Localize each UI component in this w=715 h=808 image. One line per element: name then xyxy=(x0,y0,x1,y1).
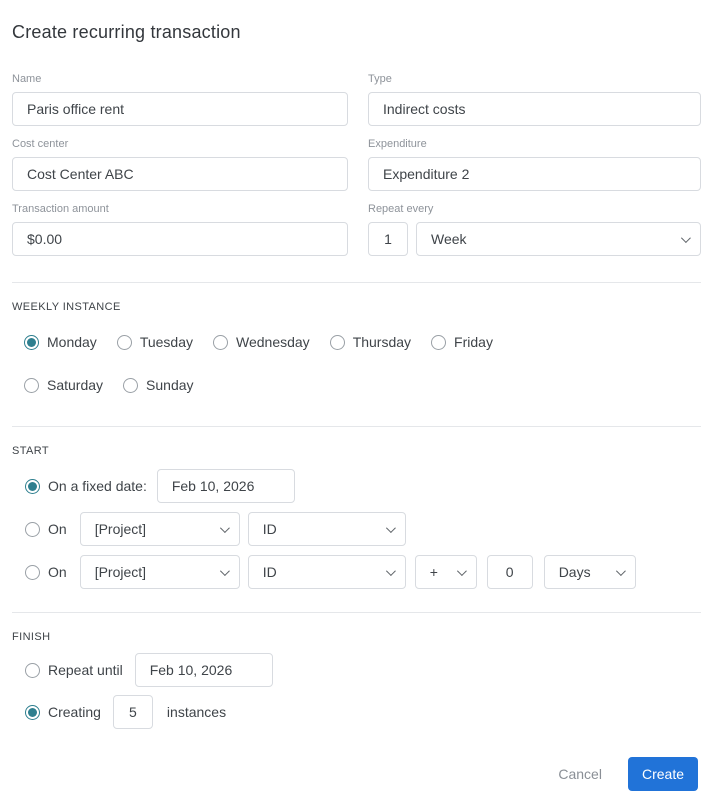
day-label: Saturday xyxy=(47,377,104,393)
radio-sunday[interactable] xyxy=(123,377,139,393)
repeat-every-unit-select[interactable]: Week xyxy=(416,222,701,256)
radio-on-event-offset[interactable] xyxy=(25,564,40,580)
divider xyxy=(12,612,701,613)
repeat-every-count-input[interactable] xyxy=(368,222,408,256)
start-date-input[interactable] xyxy=(156,469,295,503)
repeat-every-field-group: Repeat every Week xyxy=(368,203,701,256)
project-select[interactable]: [Project] xyxy=(79,555,240,589)
day-option-thursday[interactable]: Thursday xyxy=(329,334,412,350)
day-label: Tuesday xyxy=(139,334,193,350)
operator-select-value: + xyxy=(429,564,438,580)
creating-label: Creating xyxy=(48,704,101,720)
name-input[interactable] xyxy=(12,92,348,126)
type-field-group: Type xyxy=(368,73,701,126)
start-fixed-date-row: On a fixed date: xyxy=(25,469,701,503)
type-input[interactable] xyxy=(368,92,701,126)
repeat-every-unit-value: Week xyxy=(431,231,467,247)
day-option-friday[interactable]: Friday xyxy=(431,334,493,350)
name-label: Name xyxy=(12,73,42,85)
fixed-date-label: On a fixed date: xyxy=(48,478,147,494)
dialog-title: Create recurring transaction xyxy=(12,22,241,42)
radio-wednesday[interactable] xyxy=(213,334,228,350)
field-select[interactable]: ID xyxy=(247,555,406,589)
radio-monday[interactable] xyxy=(24,334,39,350)
radio-creating[interactable] xyxy=(25,704,40,720)
finish-creating-row: Creating instances xyxy=(25,695,701,729)
finish-section: FINISH Repeat until Creating instances xyxy=(12,631,701,729)
cost-center-label: Cost center xyxy=(12,138,69,150)
expenditure-label: Expenditure xyxy=(368,138,427,150)
day-label: Thursday xyxy=(352,334,412,350)
on-label: On xyxy=(48,564,67,580)
day-label: Wednesday xyxy=(236,334,310,350)
instances-suffix-label: instances xyxy=(166,704,227,720)
start-heading: START xyxy=(12,445,50,457)
radio-thursday[interactable] xyxy=(329,334,345,350)
create-button[interactable]: Create xyxy=(627,757,698,791)
field-select[interactable]: ID xyxy=(247,512,406,546)
divider xyxy=(12,282,701,283)
finish-heading: FINISH xyxy=(12,631,51,643)
weekday-row-1: Monday Tuesday Wednesday Thursday Friday xyxy=(24,334,701,350)
day-option-saturday[interactable]: Saturday xyxy=(24,377,103,393)
chevron-down-icon xyxy=(385,522,396,533)
day-option-wednesday[interactable]: Wednesday xyxy=(213,334,310,350)
day-label: Monday xyxy=(47,334,97,350)
instances-count-input[interactable] xyxy=(112,695,153,729)
divider xyxy=(12,426,701,427)
unit-select[interactable]: Days xyxy=(543,555,636,589)
dialog-footer: Cancel Create xyxy=(558,757,698,791)
repeat-until-label: Repeat until xyxy=(48,662,123,678)
project-select[interactable]: [Project] xyxy=(79,512,240,546)
cost-center-field-group: Cost center xyxy=(12,138,348,191)
chevron-down-icon xyxy=(615,565,626,576)
repeat-every-label: Repeat every xyxy=(368,203,434,215)
chevron-down-icon xyxy=(456,565,467,576)
weekday-row-2: Saturday Sunday xyxy=(24,377,701,393)
name-field-group: Name xyxy=(12,73,348,126)
chevron-down-icon xyxy=(385,565,396,576)
project-select-value: [Project] xyxy=(94,564,147,580)
create-recurring-transaction-dialog: Create recurring transaction Name Type C… xyxy=(0,0,715,808)
cancel-button[interactable]: Cancel xyxy=(558,766,602,782)
offset-input[interactable] xyxy=(486,555,533,589)
on-label: On xyxy=(48,521,67,537)
type-label: Type xyxy=(368,73,392,85)
unit-select-value: Days xyxy=(558,564,591,580)
expenditure-input[interactable] xyxy=(368,157,701,191)
day-option-sunday[interactable]: Sunday xyxy=(123,377,194,393)
radio-saturday[interactable] xyxy=(24,377,39,393)
finish-repeat-until-row: Repeat until xyxy=(25,653,701,687)
transaction-amount-input[interactable] xyxy=(12,222,348,256)
start-on-event-row: On [Project] ID xyxy=(25,512,701,546)
field-select-value: ID xyxy=(262,521,277,537)
transaction-amount-field-group: Transaction amount xyxy=(12,203,348,256)
chevron-down-icon xyxy=(219,522,230,533)
start-on-event-offset-row: On [Project] ID + Days xyxy=(25,555,701,589)
radio-tuesday[interactable] xyxy=(116,334,132,350)
weekly-instance-heading: WEEKLY INSTANCE xyxy=(12,301,121,313)
form-fields: Name Type Cost center Expenditure Transa… xyxy=(12,73,701,256)
radio-repeat-until[interactable] xyxy=(25,662,40,678)
expenditure-field-group: Expenditure xyxy=(368,138,701,191)
radio-on-event[interactable] xyxy=(25,521,40,537)
operator-select[interactable]: + xyxy=(414,555,477,589)
day-option-monday[interactable]: Monday xyxy=(24,334,97,350)
radio-friday[interactable] xyxy=(431,334,447,350)
day-option-tuesday[interactable]: Tuesday xyxy=(116,334,193,350)
weekly-instance-section: WEEKLY INSTANCE Monday Tuesday Wednesday… xyxy=(12,301,701,393)
project-select-value: [Project] xyxy=(94,521,147,537)
day-label: Friday xyxy=(454,334,493,350)
chevron-down-icon xyxy=(680,232,691,243)
radio-fixed-date[interactable] xyxy=(25,478,40,494)
day-label: Sunday xyxy=(146,377,194,393)
repeat-until-date-input[interactable] xyxy=(134,653,273,687)
field-select-value: ID xyxy=(262,564,277,580)
chevron-down-icon xyxy=(219,565,230,576)
start-section: START On a fixed date: On [Project] ID O… xyxy=(12,445,701,589)
cost-center-input[interactable] xyxy=(12,157,348,191)
transaction-amount-label: Transaction amount xyxy=(12,203,109,215)
